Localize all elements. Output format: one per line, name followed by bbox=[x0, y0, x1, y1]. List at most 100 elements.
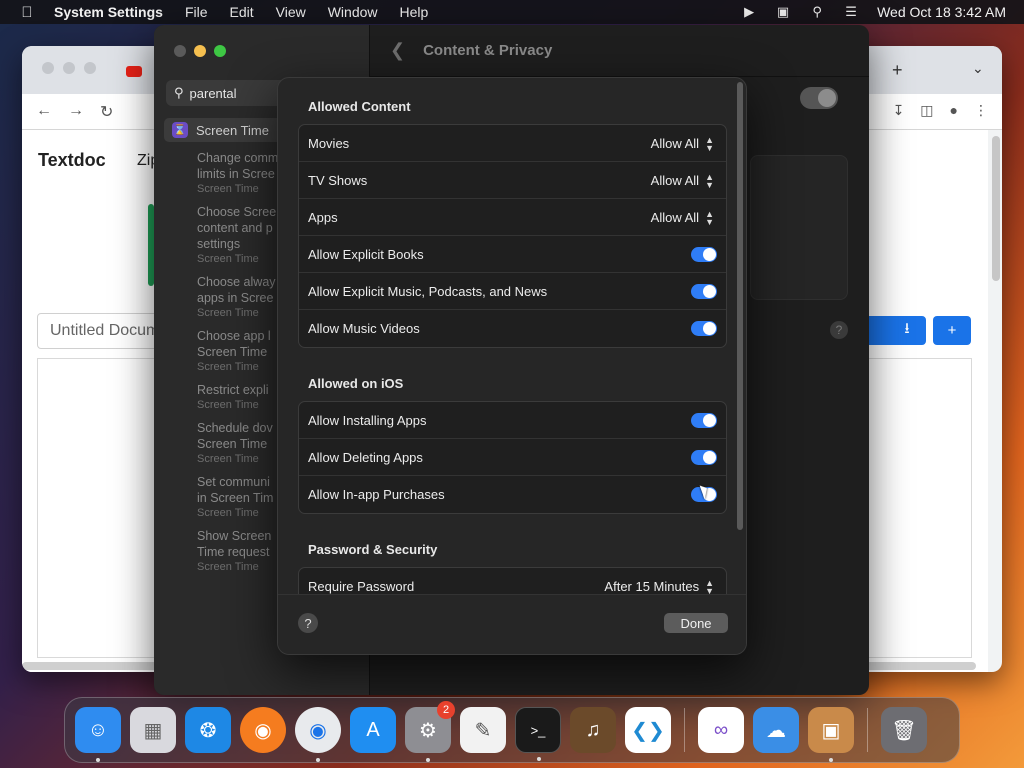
tv-shows-popup-button[interactable]: Allow All ▲ ▼ bbox=[651, 162, 714, 199]
site-logo[interactable]: Textdoc bbox=[38, 150, 106, 171]
up-down-chevron-icon: ▲ ▼ bbox=[705, 171, 714, 190]
launchpad-icon[interactable]: ▦ bbox=[130, 707, 176, 753]
allowed-on-ios-group: Allow Installing Apps Allow Deleting App… bbox=[298, 401, 727, 514]
back-chevron-icon[interactable]: ❮ bbox=[390, 40, 405, 61]
menu-help[interactable]: Help bbox=[400, 4, 429, 20]
control-center-icon[interactable]: ☰ bbox=[843, 4, 859, 19]
side-panel-icon[interactable]: ◫ bbox=[920, 102, 933, 119]
download-button[interactable]: ⭳ bbox=[888, 316, 926, 345]
movies-popup-button[interactable]: Allow All ▲ ▼ bbox=[651, 125, 714, 162]
row-label: Movies bbox=[308, 135, 350, 151]
popup-value: Allow All bbox=[650, 210, 700, 225]
popup-value: Allow All bbox=[650, 173, 700, 188]
reload-icon[interactable]: ↻ bbox=[100, 102, 113, 122]
done-button[interactable]: Done bbox=[664, 613, 728, 633]
close-button[interactable] bbox=[174, 45, 186, 57]
section-title-allowed-content: Allowed Content bbox=[308, 99, 411, 114]
zoom-button[interactable] bbox=[214, 45, 226, 57]
chrome-zoom-button[interactable] bbox=[84, 62, 96, 74]
instruments-icon[interactable]: ♫ bbox=[570, 707, 616, 753]
search-input[interactable]: parental bbox=[190, 86, 237, 101]
screen-mirroring-icon[interactable]: ▣ bbox=[775, 4, 791, 19]
installing-apps-toggle[interactable] bbox=[691, 413, 717, 428]
sidebar-item-label: Screen Time bbox=[196, 122, 269, 138]
chrome-close-button[interactable] bbox=[42, 62, 54, 74]
sheet-scrollbar[interactable] bbox=[737, 82, 743, 530]
app-store-icon[interactable]: A bbox=[350, 707, 396, 753]
section-title-allowed-on-ios: Allowed on iOS bbox=[308, 376, 404, 391]
dock-separator bbox=[684, 708, 685, 752]
download-icon: ⭳ bbox=[904, 320, 910, 337]
forward-arrow-icon[interactable]: → bbox=[68, 102, 84, 122]
require-password-popup-button[interactable]: After 15 Minutes ▲ ▼ bbox=[604, 568, 714, 596]
terminal-icon[interactable]: >_ bbox=[515, 707, 561, 761]
vertical-scrollbar[interactable] bbox=[992, 136, 1000, 281]
menu-file[interactable]: File bbox=[185, 4, 208, 20]
sheet-footer: ? Done bbox=[278, 594, 746, 654]
up-down-chevron-icon: ▲ ▼ bbox=[705, 134, 714, 153]
up-down-chevron-icon: ▲ ▼ bbox=[705, 577, 714, 596]
tab-search-chevron-icon[interactable]: ⌄ bbox=[972, 60, 984, 77]
row-explicit-music: Allow Explicit Music, Podcasts, and News bbox=[299, 273, 726, 310]
row-label: Allow In-app Purchases bbox=[308, 487, 445, 502]
explicit-books-toggle[interactable] bbox=[691, 247, 717, 262]
row-in-app-purchases: Allow In-app Purchases bbox=[299, 476, 726, 513]
finder-icon[interactable]: ☺ bbox=[75, 707, 121, 762]
clock[interactable]: Wed Oct 18 3:42 AM bbox=[877, 4, 1006, 20]
row-tv-shows: TV Shows Allow All ▲ ▼ bbox=[299, 162, 726, 199]
music-videos-toggle[interactable] bbox=[691, 321, 717, 336]
settings-group-background bbox=[750, 155, 848, 300]
vscode-icon[interactable]: ❮❯ bbox=[625, 707, 671, 753]
profile-icon[interactable]: ● bbox=[950, 102, 958, 119]
chrome-icon[interactable]: ◉ bbox=[295, 707, 341, 762]
system-settings-icon[interactable]: ⚙ 2 bbox=[405, 701, 455, 762]
running-indicator bbox=[96, 758, 100, 762]
trash-icon[interactable]: 🗑 bbox=[881, 707, 927, 753]
row-require-password: Require Password After 15 Minutes ▲ ▼ bbox=[299, 568, 726, 596]
new-tab-icon[interactable]: + bbox=[892, 60, 903, 81]
page-title: Content & Privacy bbox=[423, 42, 553, 59]
help-button[interactable]: ? bbox=[298, 613, 318, 633]
play-icon[interactable]: ▶ bbox=[741, 4, 757, 19]
minimize-button[interactable] bbox=[194, 45, 206, 57]
archive-utility-icon[interactable]: ▣ bbox=[808, 707, 854, 762]
row-label: Allow Explicit Music, Podcasts, and News bbox=[308, 283, 548, 299]
youtube-favicon-icon[interactable] bbox=[126, 66, 142, 77]
sheet-scroll-area[interactable]: Allowed Content Movies Allow All ▲ ▼ TV Sh… bbox=[278, 78, 746, 596]
visual-studio-icon[interactable]: ∞ bbox=[698, 707, 744, 753]
weather-icon[interactable]: ☁ bbox=[753, 707, 799, 753]
hourglass-icon: ⌛ bbox=[172, 122, 188, 138]
add-button[interactable]: + bbox=[933, 316, 971, 345]
content-privacy-toggle[interactable] bbox=[800, 87, 838, 109]
password-security-group: Require Password After 15 Minutes ▲ ▼ bbox=[298, 567, 727, 596]
running-indicator bbox=[829, 758, 833, 762]
dock-separator bbox=[867, 708, 868, 752]
row-label: Apps bbox=[308, 209, 338, 225]
menu-app-name[interactable]: System Settings bbox=[54, 4, 163, 20]
help-icon[interactable]: ? bbox=[830, 321, 848, 339]
explicit-music-toggle[interactable] bbox=[691, 284, 717, 299]
row-deleting-apps: Allow Deleting Apps bbox=[299, 439, 726, 476]
firefox-icon[interactable]: ◉ bbox=[240, 707, 286, 753]
safari-icon[interactable]: ❂ bbox=[185, 707, 231, 753]
spotlight-search-icon[interactable]: ⚲ bbox=[809, 4, 825, 19]
up-down-chevron-icon: ▲ ▼ bbox=[705, 208, 714, 227]
dock: ☺ ▦ ❂ ◉ ◉ A ⚙ 2 ✎ >_ ♫ ❮❯ ∞ ☁ ▣ 🗑 bbox=[64, 697, 960, 763]
menu-window[interactable]: Window bbox=[328, 4, 378, 20]
textedit-icon[interactable]: ✎ bbox=[460, 707, 506, 753]
row-explicit-books: Allow Explicit Books bbox=[299, 236, 726, 273]
popup-value: After 15 Minutes bbox=[604, 579, 700, 594]
apps-popup-button[interactable]: Allow All ▲ ▼ bbox=[651, 199, 714, 236]
chrome-minimize-button[interactable] bbox=[63, 62, 75, 74]
deleting-apps-toggle[interactable] bbox=[691, 450, 717, 465]
row-label: TV Shows bbox=[308, 172, 368, 188]
chrome-window-controls bbox=[42, 62, 96, 74]
back-arrow-icon[interactable]: ← bbox=[36, 102, 52, 122]
download-icon[interactable]: ↧ bbox=[893, 102, 905, 119]
running-indicator bbox=[316, 758, 320, 762]
row-label: Allow Explicit Books bbox=[308, 246, 424, 262]
menu-view[interactable]: View bbox=[276, 4, 306, 20]
menu-edit[interactable]: Edit bbox=[230, 4, 254, 20]
more-menu-icon[interactable]: ⋮ bbox=[974, 102, 988, 119]
apple-menu-icon[interactable]:  bbox=[0, 4, 54, 21]
